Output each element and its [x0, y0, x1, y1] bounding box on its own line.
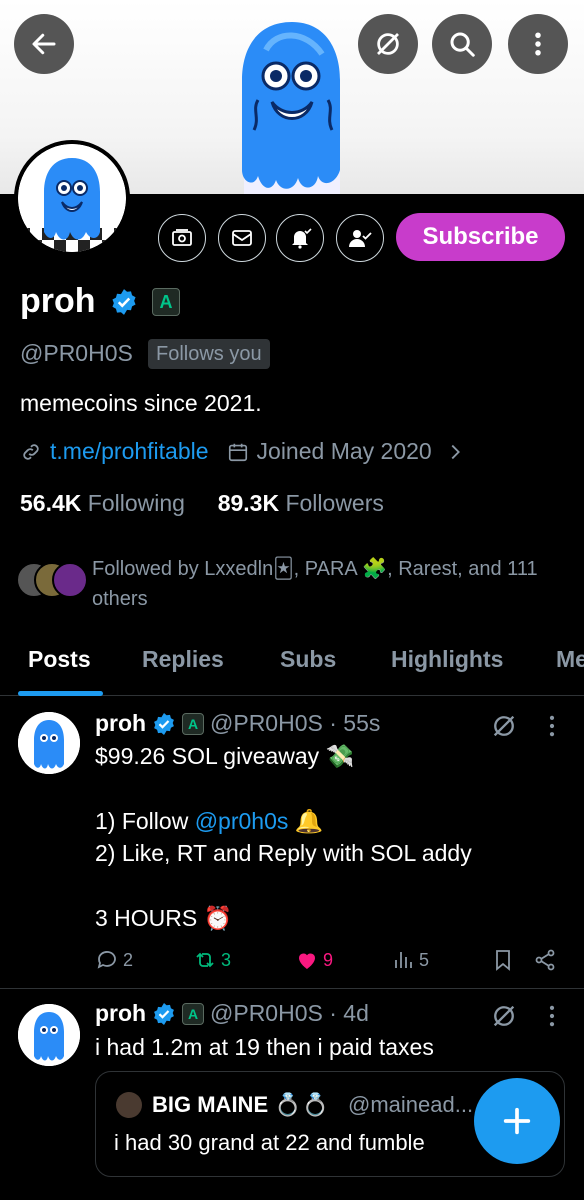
tip-jar-icon [172, 229, 192, 246]
tab-posts[interactable]: Posts [28, 646, 91, 673]
affiliate-badge: A [182, 713, 204, 735]
heart-icon [299, 953, 315, 969]
person-check-icon [349, 230, 372, 247]
views-button[interactable]: 5 [391, 948, 429, 972]
tip-button[interactable] [158, 214, 206, 262]
message-button[interactable] [218, 214, 266, 262]
compose-button[interactable] [474, 1078, 560, 1164]
bookmark-button[interactable] [491, 948, 515, 972]
chevron-right-icon[interactable] [444, 441, 466, 463]
post-text-line: $99.26 SOL giveaway 💸 [95, 743, 355, 769]
more-button[interactable] [508, 14, 568, 74]
search-icon [450, 32, 475, 57]
post-actions-peek [95, 1188, 565, 1200]
verified-icon [154, 713, 174, 735]
share-icon [535, 949, 555, 971]
no-spam-icon[interactable] [490, 1002, 518, 1030]
like-button[interactable]: 9 [295, 948, 333, 972]
calendar-icon [228, 443, 247, 461]
verified-icon [154, 1003, 174, 1025]
followed-by-text[interactable]: Followed by Lxxedln🃏, PARA 🧩, Rarest, an… [92, 554, 562, 614]
quote-text: i had 30 grand at 22 and fumble [114, 1130, 425, 1155]
post-text: i had 1.2m at 19 then i paid taxes [95, 1034, 434, 1060]
grok-button[interactable] [358, 14, 418, 74]
plus-icon [503, 1107, 531, 1135]
back-arrow-icon [32, 33, 56, 55]
post-author-name[interactable]: proh [95, 710, 146, 737]
tab-media[interactable]: Me [556, 646, 584, 673]
tab-subs[interactable]: Subs [280, 646, 336, 673]
profile-stats: 56.4K Following 89.3K Followers [20, 490, 384, 517]
follows-you-badge: Follows you [148, 339, 270, 369]
bookmark-icon [496, 950, 510, 971]
post-text-line: 2) Like, RT and Reply with SOL addy [95, 840, 472, 866]
mail-icon [232, 230, 252, 246]
post-handle-time: @PR0H0S · 55s [210, 710, 381, 736]
ghost-mascot-image [242, 22, 340, 194]
profile-name: proh [20, 282, 96, 320]
back-button[interactable] [14, 14, 74, 74]
profile-meta: t.me/prohfitable Joined May 2020 [20, 438, 466, 465]
profile-avatar[interactable] [14, 140, 130, 256]
avatar-ghost-image [18, 144, 126, 252]
tab-highlights[interactable]: Highlights [391, 646, 503, 673]
more-vertical-icon[interactable] [538, 1002, 566, 1030]
profile-link[interactable]: t.me/prohfitable [50, 438, 209, 465]
post-handle-time: @PR0H0S · 4d [210, 1000, 369, 1026]
repost-button[interactable]: 3 [193, 948, 231, 972]
affiliate-badge: A [182, 1003, 204, 1025]
reply-button[interactable]: 2 [95, 948, 133, 972]
post-avatar[interactable] [18, 712, 80, 774]
post-avatar[interactable] [18, 1004, 80, 1066]
post-author-name[interactable]: proh [95, 1000, 146, 1027]
avatar-ghost-image [18, 1004, 80, 1066]
post-text-line: 3 HOURS ⏰ [95, 905, 233, 931]
avatar [116, 1092, 142, 1118]
more-vertical-icon [535, 32, 541, 56]
profile-tabs: Posts Replies Subs Highlights Me [0, 636, 584, 696]
quote-author-name: BIG MAINE 💍💍 [152, 1092, 330, 1117]
joined-date: Joined May 2020 [256, 438, 432, 464]
quote-handle: @mainead... [348, 1092, 474, 1117]
following-button[interactable] [336, 214, 384, 262]
views-icon [395, 952, 412, 968]
post-divider [0, 988, 584, 989]
post-text-line: 1) Follow @pr0h0s 🔔 [95, 808, 324, 834]
affiliate-badge[interactable]: A [152, 288, 180, 316]
tab-replies[interactable]: Replies [142, 646, 224, 673]
no-spam-icon[interactable] [490, 712, 518, 740]
followed-by-avatars[interactable] [16, 562, 92, 602]
reply-icon [97, 951, 116, 969]
following-link[interactable]: 56.4K Following [20, 490, 185, 516]
active-tab-indicator [18, 691, 103, 696]
share-button[interactable] [533, 948, 557, 972]
link-icon [23, 443, 39, 460]
search-button[interactable] [432, 14, 492, 74]
profile-handle: @PR0H0S [20, 340, 133, 366]
avatar [52, 562, 88, 598]
profile-bio: memecoins since 2021. [20, 390, 262, 416]
subscribe-button[interactable]: Subscribe [396, 213, 565, 261]
notifications-button[interactable] [276, 214, 324, 262]
verified-icon [112, 289, 136, 315]
repost-icon [196, 952, 214, 968]
no-spam-icon [377, 33, 399, 55]
post-actions: 2 3 9 5 [95, 948, 565, 978]
more-vertical-icon[interactable] [538, 712, 566, 740]
avatar-ghost-image [18, 712, 80, 774]
bell-icon [292, 228, 312, 249]
followers-link[interactable]: 89.3K Followers [218, 490, 384, 516]
mention-link[interactable]: @pr0h0s [195, 808, 289, 834]
